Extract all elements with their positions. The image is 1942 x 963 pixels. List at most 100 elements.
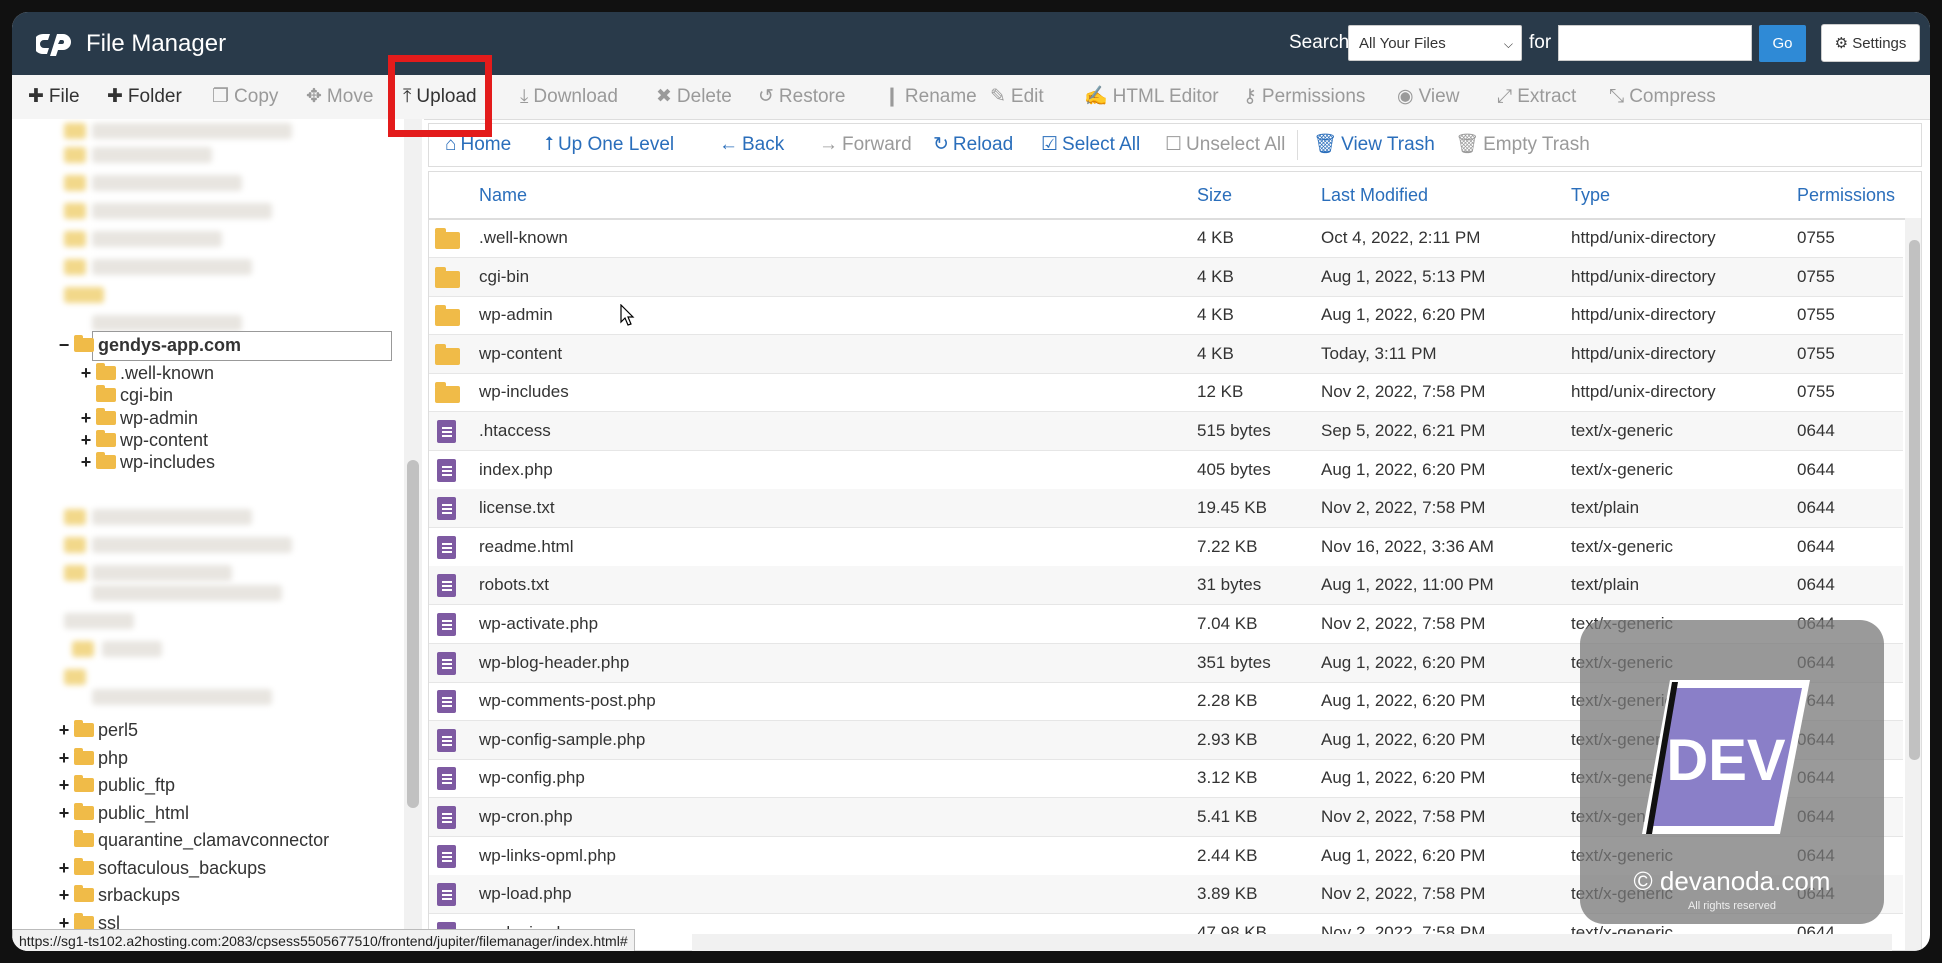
expand-icon[interactable]: +: [78, 450, 94, 474]
nav-forward-button[interactable]: → Forward: [819, 124, 912, 166]
cell-modified: Sep 5, 2022, 6:21 PM: [1321, 421, 1486, 440]
file-icon: ❙: [884, 86, 900, 107]
tree-item[interactable]: + public_html: [56, 801, 189, 825]
table-row[interactable]: wp-includes 12 KB Nov 2, 2022, 7:58 PM http…: [429, 373, 1903, 413]
column-name[interactable]: Name: [479, 172, 527, 218]
nav-empty-trash-button[interactable]: 🗑 Empty Trash: [1455, 124, 1590, 166]
nav-unselect-all-button[interactable]: ☐ Unselect All: [1165, 124, 1285, 166]
level-up-icon: ⭡: [545, 134, 554, 155]
tree-item[interactable]: + softaculous_backups: [56, 856, 266, 880]
expand-icon[interactable]: +: [56, 883, 72, 907]
tree-item[interactable]: + public_ftp: [56, 773, 175, 797]
browser-frame: File Manager Search All Your Files ⌵ for…: [12, 12, 1930, 951]
toolbar-label: Rename: [904, 86, 977, 107]
toolbar-move-button[interactable]: ✥ Move: [306, 75, 373, 119]
watermark: DEV © devanoda.com All rights reserved: [1580, 620, 1884, 924]
tree-item[interactable]: + perl5: [56, 718, 138, 742]
expand-icon[interactable]: +: [56, 746, 72, 770]
expand-icon: ⤢: [1497, 86, 1513, 107]
file-icon: [437, 535, 456, 559]
toolbar-extract-button[interactable]: ⤢ Extract: [1497, 75, 1576, 119]
toolbar-delete-button[interactable]: ✖ Delete: [656, 75, 732, 119]
cell-size: 515 bytes: [1197, 421, 1271, 440]
tree-item[interactable]: quarantine_clamavconnector: [56, 828, 329, 852]
expand-icon[interactable]: +: [78, 406, 94, 430]
cell-name: cgi-bin: [479, 266, 530, 286]
cell-size: 4 KB: [1197, 343, 1234, 363]
toolbar-view-button[interactable]: ◉ View: [1397, 75, 1459, 119]
cell-modified: Aug 1, 2022, 5:13 PM: [1321, 266, 1486, 286]
toolbar-compress-button[interactable]: ⤡ Compress: [1609, 75, 1716, 119]
folder-icon: [435, 266, 460, 288]
cell-size: 2.93 KB: [1197, 729, 1258, 749]
cell-perms: 0755: [1797, 382, 1835, 402]
table-row[interactable]: wp-content 4 KB Today, 3:11 PM httpd/unix-d…: [429, 334, 1903, 374]
tree-item[interactable]: + wp-admin: [78, 406, 198, 430]
toolbar-folder-button[interactable]: ✚ Folder: [107, 75, 182, 119]
trash-icon: 🗑: [1455, 134, 1480, 155]
cell-name: wp-blog-header.php: [479, 652, 630, 672]
cell-type: text/x-generic: [1571, 421, 1674, 440]
nav-select-all-button[interactable]: ☑ Select All: [1041, 124, 1140, 166]
cell-perms: 0755: [1797, 228, 1835, 247]
expand-icon[interactable]: +: [78, 428, 94, 452]
tree-scrollbar-thumb[interactable]: [407, 460, 419, 808]
search-scope-select[interactable]: All Your Files ⌵: [1348, 25, 1522, 61]
toolbar-rename-button[interactable]: ❙ Rename: [884, 75, 977, 119]
horizontal-scrollbar[interactable]: [692, 934, 1892, 951]
nav-up-one-level-button[interactable]: ⭡ Up One Level: [545, 124, 674, 166]
table-row[interactable]: .htaccess 515 bytes Sep 5, 2022, 6:21 PM te…: [429, 412, 1903, 451]
column-last-modified[interactable]: Last Modified: [1321, 172, 1428, 218]
cell-size: 351 bytes: [1197, 652, 1271, 672]
column-permissions[interactable]: Permissions: [1797, 172, 1895, 218]
settings-label: Settings: [1852, 35, 1907, 52]
column-type[interactable]: Type: [1571, 172, 1610, 218]
toolbar-download-button[interactable]: ⤓ Download: [520, 75, 618, 119]
file-icon: [437, 420, 456, 443]
expand-icon[interactable]: +: [56, 773, 72, 797]
home-icon: ⌂: [445, 134, 457, 155]
toolbar-file-button[interactable]: ✚ File: [28, 75, 80, 119]
cell-size: 4 KB: [1197, 305, 1234, 325]
table-row[interactable]: .well-known 4 KB Oct 4, 2022, 2:11 PM httpd…: [429, 219, 1903, 258]
toolbar-copy-button[interactable]: ❐ Copy: [212, 75, 278, 119]
tree-item[interactable]: + wp-content: [78, 428, 208, 452]
search-input[interactable]: [1558, 25, 1752, 61]
toolbar-permissions-button[interactable]: ⚷ Permissions: [1243, 75, 1365, 119]
nav-back-button[interactable]: ← Back: [719, 124, 784, 166]
expand-icon[interactable]: +: [56, 801, 72, 825]
table-row[interactable]: robots.txt 31 bytes Aug 1, 2022, 11:00 PM t…: [429, 566, 1903, 606]
toolbar-html-editor-button[interactable]: ✍ HTML Editor: [1084, 75, 1219, 119]
table-row[interactable]: wp-admin 4 KB Aug 1, 2022, 6:20 PM httpd/un…: [429, 296, 1903, 336]
cell-type: text/plain: [1571, 498, 1640, 518]
toolbar-restore-button[interactable]: ↺ Restore: [758, 75, 845, 119]
expand-icon[interactable]: +: [56, 856, 72, 880]
table-row[interactable]: index.php 405 bytes Aug 1, 2022, 6:20 PM te…: [429, 451, 1903, 490]
column-size[interactable]: Size: [1197, 172, 1232, 218]
tree-item-selected[interactable]: − gendys-app.com: [56, 333, 241, 357]
nav-reload-button[interactable]: ↻ Reload: [933, 124, 1013, 166]
cell-modified: Nov 2, 2022, 7:58 PM: [1321, 498, 1486, 518]
tree-item[interactable]: + wp-includes: [78, 450, 215, 474]
for-label: for: [1529, 32, 1552, 53]
table-row[interactable]: cgi-bin 4 KB Aug 1, 2022, 5:13 PM httpd/uni…: [429, 257, 1903, 297]
cell-type: text/plain: [1571, 575, 1640, 595]
go-button[interactable]: Go: [1759, 25, 1806, 62]
expand-icon[interactable]: +: [78, 361, 94, 385]
file-list-scrollbar-thumb[interactable]: [1909, 240, 1920, 760]
tree-item[interactable]: + php: [56, 746, 128, 770]
tree-item[interactable]: + .well-known: [78, 361, 214, 385]
table-row[interactable]: license.txt 19.45 KB Nov 2, 2022, 7:58 PM t…: [429, 489, 1903, 529]
collapse-icon[interactable]: −: [56, 333, 72, 357]
nav-view-trash-button[interactable]: 🗑 View Trash: [1313, 124, 1435, 166]
nav-label: Reload: [952, 134, 1014, 155]
table-row[interactable]: readme.html 7.22 KB Nov 16, 2022, 3:36 AM t…: [429, 528, 1903, 567]
cell-name: wp-comments-post.php: [479, 691, 656, 711]
tree-item[interactable]: cgi-bin: [78, 383, 173, 407]
expand-icon[interactable]: +: [56, 718, 72, 742]
toolbar-edit-button[interactable]: ✎ Edit: [990, 75, 1044, 119]
tree-item[interactable]: + srbackups: [56, 883, 180, 907]
settings-button[interactable]: ⚙ Settings: [1821, 24, 1920, 62]
nav-label: View Trash: [1341, 134, 1435, 155]
cell-modified: Aug 1, 2022, 6:20 PM: [1321, 729, 1486, 749]
